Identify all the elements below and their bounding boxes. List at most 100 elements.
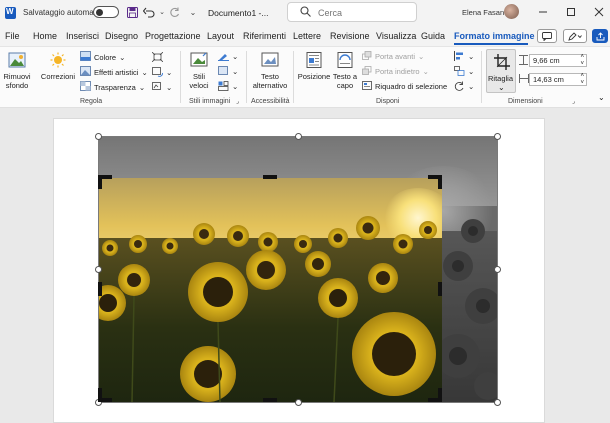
transparency-button[interactable]: Trasparenza ⌄ (80, 81, 145, 93)
alt-text-icon (250, 52, 290, 70)
resize-handle-top[interactable] (295, 133, 302, 140)
color-button[interactable]: Colore ⌄ (80, 51, 125, 63)
word-logo-icon (5, 7, 16, 19)
crop-handle-left[interactable] (98, 282, 102, 296)
crop-handle-top-right-vertical[interactable] (438, 175, 442, 189)
stili-dialog-launcher-icon[interactable]: ⌟ (236, 98, 239, 105)
document-title[interactable]: Documento1 -... (208, 8, 268, 18)
artistic-effects-button[interactable]: Effetti artistici ⌄ (80, 66, 148, 78)
ribbon-tabs: File Home Inserisci Disegno Progettazion… (0, 26, 610, 46)
user-name[interactable]: Elena Fasano (462, 8, 508, 17)
compress-pictures-icon[interactable] (152, 52, 163, 62)
wrap-text-icon (330, 52, 360, 70)
resize-handle-top-left[interactable] (95, 133, 102, 140)
height-stepper[interactable]: ˄ ˅ (580, 54, 584, 68)
collapse-ribbon-icon[interactable]: ⌄ (598, 93, 605, 102)
remove-background-button[interactable]: Rimuovi sfondo (3, 52, 31, 90)
tab-home[interactable]: Home (33, 31, 57, 41)
tab-disegno[interactable]: Disegno (105, 31, 138, 41)
height-field[interactable]: 9,66 cm ˄ ˅ (529, 54, 587, 67)
tab-revisione[interactable]: Revisione (330, 31, 370, 41)
crop-handle-top-left-vertical[interactable] (98, 175, 102, 189)
artistic-effects-label: Effetti artistici (94, 67, 139, 77)
group-label-dimensioni: Dimensioni (508, 98, 543, 105)
resize-handle-right[interactable] (494, 266, 501, 273)
tab-guida[interactable]: Guida (421, 31, 445, 41)
group-objects-icon[interactable]: ⌄ (454, 66, 474, 76)
tab-riferimenti[interactable]: Riferimenti (243, 31, 286, 41)
alt-text-button[interactable]: Testo alternativo (250, 52, 290, 90)
search-box[interactable] (287, 2, 417, 22)
position-button[interactable]: Posizione (297, 52, 331, 81)
tab-lettere[interactable]: Lettere (293, 31, 321, 41)
crop-handle-bottom[interactable] (263, 398, 277, 402)
reset-picture-icon[interactable]: ⌄ (152, 82, 172, 92)
undo-icon[interactable] (142, 5, 156, 19)
save-icon[interactable] (125, 5, 139, 19)
avatar[interactable] (504, 4, 519, 19)
bring-forward-dropdown-icon: ⌄ (418, 52, 425, 61)
redo-icon[interactable] (167, 5, 181, 19)
minimize-icon[interactable] (536, 4, 550, 20)
editing-mode-button[interactable] (563, 29, 587, 43)
resize-handle-bottom-right[interactable] (494, 399, 501, 406)
send-backward-button[interactable]: Porta indietro ⌄ (362, 66, 429, 77)
reset-picture-dropdown-icon: ⌄ (166, 82, 173, 92)
autosave-toggle[interactable] (93, 6, 119, 18)
dimensioni-dialog-launcher-icon[interactable]: ⌟ (572, 98, 575, 105)
corrections-sun-icon (39, 52, 77, 70)
align-icon[interactable]: ⌄ (454, 51, 474, 61)
tab-file[interactable]: File (5, 31, 20, 41)
remove-background-label: Rimuovi sfondo (3, 72, 31, 90)
picture-effects-icon[interactable]: ⌄ (218, 66, 238, 76)
comments-button[interactable] (537, 29, 557, 43)
picture-border-icon[interactable]: ⌄ (218, 51, 238, 61)
resize-handle-top-right[interactable] (494, 133, 501, 140)
group-label-stili: Stili immagini (189, 98, 231, 105)
group-separator (180, 51, 181, 103)
crop-handle-right[interactable] (438, 282, 442, 296)
picture-effects-dropdown-icon: ⌄ (232, 66, 239, 76)
position-label: Posizione (297, 72, 331, 81)
group-label-disponi: Disponi (376, 98, 400, 105)
crop-handle-bottom-left[interactable] (98, 398, 112, 402)
selection-pane-label: Riquadro di selezione (375, 82, 448, 91)
search-input[interactable] (318, 6, 408, 19)
wrap-text-label: Testo a capo (332, 72, 358, 90)
artistic-effects-dropdown-icon: ⌄ (141, 67, 148, 77)
bring-forward-button[interactable]: Porta avanti ⌄ (362, 51, 424, 62)
remove-background-icon (3, 52, 31, 70)
share-button[interactable] (592, 29, 608, 43)
resize-handle-bottom[interactable] (295, 399, 302, 406)
height-value: 9,66 cm (533, 56, 560, 65)
crop-handle-bottom-right-vertical[interactable] (438, 388, 442, 402)
send-backward-icon (362, 66, 372, 77)
tab-inserisci[interactable]: Inserisci (66, 31, 99, 41)
quick-styles-button[interactable]: Stili veloci (185, 52, 213, 90)
tab-layout[interactable]: Layout (207, 31, 234, 41)
send-backward-dropdown-icon: ⌄ (422, 67, 429, 76)
maximize-icon[interactable] (564, 4, 578, 20)
send-backward-label: Porta indietro (375, 67, 420, 76)
selection-pane-button[interactable]: Riquadro di selezione (362, 81, 447, 92)
ribbon: Rimuovi sfondo Correzioni Colore ⌄ Effett… (0, 46, 610, 108)
tab-formato-immagine[interactable]: Formato immagine (454, 31, 535, 41)
width-field[interactable]: 14,63 cm ˄ ˅ (529, 73, 587, 86)
crop-handle-top[interactable] (263, 175, 277, 179)
color-dropdown-icon: ⌄ (119, 52, 126, 62)
alt-text-label: Testo alternativo (252, 72, 288, 90)
change-picture-icon[interactable]: ⌄ (152, 67, 172, 77)
crop-button[interactable]: Ritaglia ⌄ (486, 49, 516, 93)
resize-handle-left[interactable] (95, 266, 102, 273)
close-icon[interactable] (592, 4, 606, 20)
tab-visualizza[interactable]: Visualizza (376, 31, 416, 41)
tab-progettazione[interactable]: Progettazione (145, 31, 201, 41)
width-stepper[interactable]: ˄ ˅ (580, 73, 584, 87)
rotate-icon[interactable]: ⌄ (454, 81, 474, 91)
crop-dropdown-icon: ⌄ (498, 83, 505, 92)
picture-layout-icon[interactable]: ⌄ (218, 81, 238, 91)
change-picture-dropdown-icon: ⌄ (166, 67, 173, 77)
customize-toolbar-icon[interactable]: ⌄ (186, 5, 200, 19)
wrap-text-button[interactable]: Testo a capo (330, 52, 360, 90)
corrections-button[interactable]: Correzioni (39, 52, 77, 81)
